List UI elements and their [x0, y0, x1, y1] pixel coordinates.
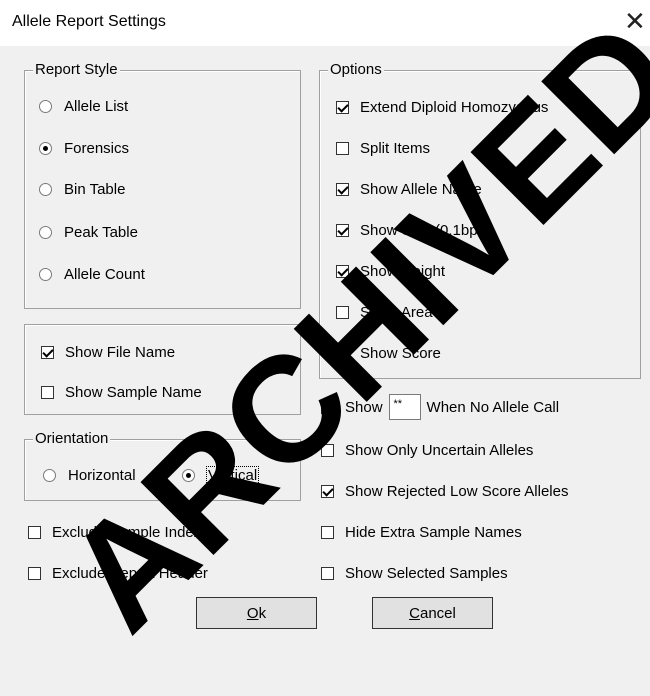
report-style-group: Report Style Allele List Forensics Bin T… — [24, 61, 301, 309]
checkbox[interactable] — [336, 101, 349, 114]
radio-button[interactable] — [39, 183, 52, 196]
check-show-file-name[interactable]: Show File Name — [41, 344, 175, 361]
radio-button[interactable] — [39, 226, 52, 239]
checkbox[interactable] — [321, 526, 334, 539]
checkbox-label: Exclude Report Header — [52, 565, 208, 582]
radio-vertical[interactable]: Vertical — [182, 466, 260, 485]
checkbox-label: Show Allele Name — [360, 181, 482, 198]
checkbox-label: Show Selected Samples — [345, 565, 508, 582]
check-exclude-sample-index[interactable]: Exclude Sample Index — [28, 524, 201, 541]
radio-bin-table[interactable]: Bin Table — [39, 181, 125, 198]
no-call-prefix: Show — [345, 398, 383, 416]
checkbox[interactable] — [336, 347, 349, 360]
check-show-no-call[interactable]: Show ** When No Allele Call — [321, 394, 559, 420]
radio-label: Allele List — [64, 98, 129, 115]
no-call-text-input[interactable]: ** — [388, 394, 421, 420]
check-show-selected[interactable]: Show Selected Samples — [321, 565, 508, 582]
radio-label: Peak Table — [64, 224, 138, 241]
check-show-height[interactable]: Show Height — [336, 263, 445, 280]
cancel-button[interactable]: Cancel — [372, 597, 493, 629]
checkbox[interactable] — [321, 400, 334, 414]
checkbox[interactable] — [321, 567, 334, 580]
checkbox[interactable] — [321, 485, 334, 498]
radio-button[interactable] — [39, 142, 52, 155]
checkbox[interactable] — [28, 526, 41, 539]
check-split-items[interactable]: Split Items — [336, 140, 430, 157]
check-show-area[interactable]: Show Area — [336, 304, 433, 321]
check-show-uncertain[interactable]: Show Only Uncertain Alleles — [321, 442, 533, 459]
check-show-sample-name[interactable]: Show Sample Name — [41, 384, 202, 401]
file-name-group: Show File Name Show Sample Name — [24, 324, 301, 415]
checkbox[interactable] — [28, 567, 41, 580]
options-group: Options Extend Diploid Homozygous Split … — [319, 61, 641, 379]
radio-label: Vertical — [205, 466, 260, 485]
radio-label: Bin Table — [64, 181, 126, 198]
checkbox-label: Show Rejected Low Score Alleles — [345, 483, 569, 500]
checkbox[interactable] — [41, 386, 54, 399]
radio-horizontal[interactable]: Horizontal — [43, 467, 136, 484]
radio-label: Forensics — [64, 140, 130, 157]
orientation-group: Orientation Horizontal Vertical — [24, 430, 301, 501]
cancel-mnemonic: C — [409, 604, 420, 622]
report-style-legend: Report Style — [33, 61, 120, 79]
dialog-body: Report Style Allele List Forensics Bin T… — [0, 46, 650, 643]
checkbox-label: Show Area — [360, 304, 433, 321]
checkbox[interactable] — [336, 142, 349, 155]
checkbox-label: Extend Diploid Homozygous — [360, 99, 549, 116]
checkbox[interactable] — [321, 444, 334, 457]
checkbox-label: Show Height — [360, 263, 446, 280]
checkbox[interactable] — [336, 265, 349, 278]
checkbox[interactable] — [41, 346, 54, 359]
radio-button[interactable] — [43, 469, 56, 482]
radio-label: Allele Count — [64, 266, 145, 283]
radio-peak-table[interactable]: Peak Table — [39, 224, 138, 241]
options-legend: Options — [328, 61, 384, 79]
radio-label: Horizontal — [68, 467, 136, 484]
radio-button[interactable] — [39, 268, 52, 281]
check-extend-diploid[interactable]: Extend Diploid Homozygous — [336, 99, 548, 116]
orientation-legend: Orientation — [33, 430, 111, 448]
radio-allele-list[interactable]: Allele List — [39, 98, 128, 115]
checkbox-label: Show Sample Name — [65, 384, 202, 401]
title-bar: Allele Report Settings ✕ — [0, 0, 650, 46]
check-exclude-report-header[interactable]: Exclude Report Header — [28, 565, 208, 582]
check-show-score[interactable]: Show Score — [336, 345, 441, 362]
ok-mnemonic: O — [246, 604, 259, 622]
cancel-label-rest: ancel — [419, 604, 456, 622]
checkbox-label: Show Only Uncertain Alleles — [345, 442, 534, 459]
checkbox-label: Hide Extra Sample Names — [345, 524, 522, 541]
ok-label-rest: k — [258, 604, 267, 622]
radio-button[interactable] — [39, 100, 52, 113]
checkbox[interactable] — [336, 183, 349, 196]
window-title: Allele Report Settings — [12, 13, 166, 30]
check-show-size[interactable]: Show Size (0.1bps) — [336, 222, 490, 239]
check-show-allele-name[interactable]: Show Allele Name — [336, 181, 482, 198]
checkbox[interactable] — [336, 224, 349, 237]
check-hide-extra-sample[interactable]: Hide Extra Sample Names — [321, 524, 522, 541]
checkbox-label: Exclude Sample Index — [52, 524, 202, 541]
no-call-suffix: When No Allele Call — [426, 398, 560, 416]
checkbox-label: Show Size (0.1bps) — [360, 222, 491, 239]
checkbox[interactable] — [336, 306, 349, 319]
radio-forensics[interactable]: Forensics — [39, 140, 129, 157]
ok-button[interactable]: Ok — [196, 597, 317, 629]
check-show-rejected[interactable]: Show Rejected Low Score Alleles — [321, 483, 568, 500]
checkbox-label: Show Score — [360, 345, 441, 362]
close-icon[interactable]: ✕ — [624, 6, 646, 36]
checkbox-label: Split Items — [360, 140, 431, 157]
radio-allele-count[interactable]: Allele Count — [39, 266, 145, 283]
radio-button[interactable] — [182, 469, 195, 482]
checkbox-label: Show File Name — [65, 344, 176, 361]
